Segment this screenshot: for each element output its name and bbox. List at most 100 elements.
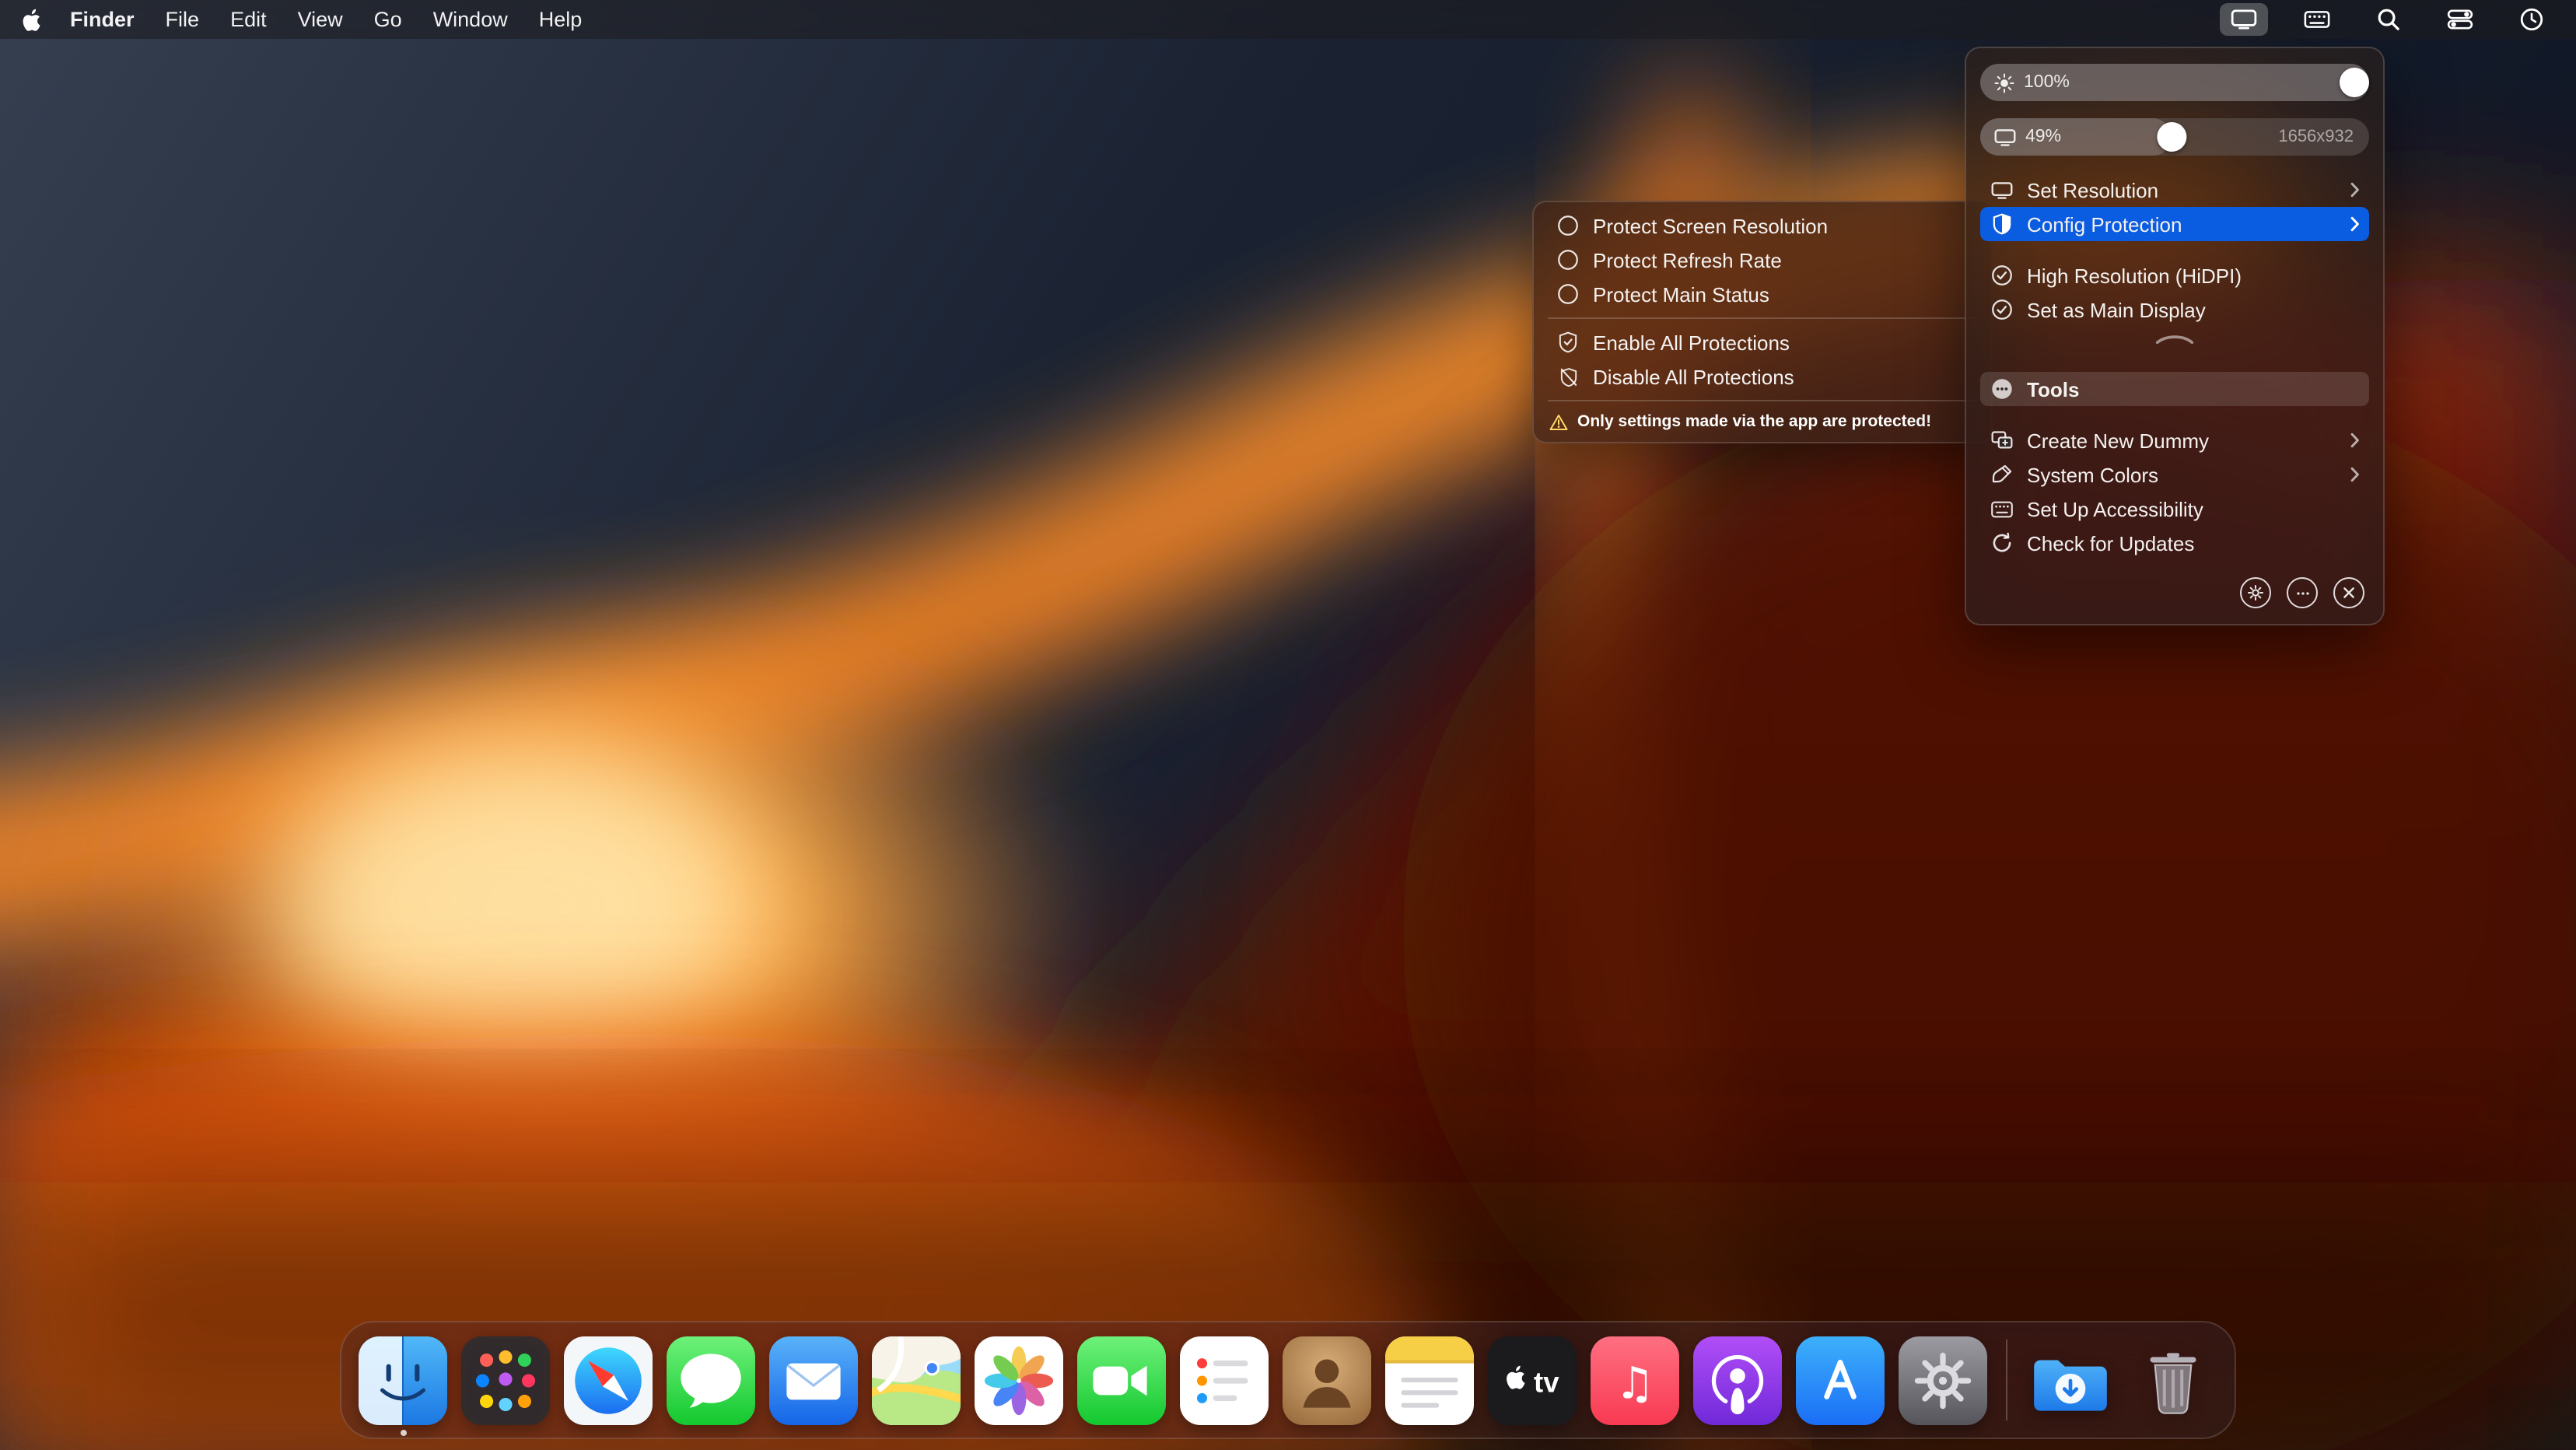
submenu-divider: [1548, 400, 1977, 401]
menu-item-system-colors[interactable]: System Colors: [1980, 457, 2369, 492]
menu-item-high-resolution[interactable]: High Resolution (HiDPI): [1980, 258, 2369, 292]
resolution-slider-knob[interactable]: [2156, 122, 2186, 152]
clock-icon: [2520, 8, 2543, 31]
menubar-item-help[interactable]: Help: [539, 8, 583, 31]
submenu-item-protect-refresh-rate[interactable]: Protect Refresh Rate: [1546, 243, 1979, 277]
submenu-item-label: Protect Main Status: [1593, 282, 1969, 306]
submenu-item-label: Enable All Protections: [1593, 331, 1969, 354]
music-icon: ♫: [1591, 1336, 1679, 1424]
menubar-item-window[interactable]: Window: [433, 8, 508, 31]
keyboard-icon: [1990, 500, 2014, 517]
display-icon: [2231, 9, 2257, 30]
menu-item-label: Set Resolution: [2027, 178, 2338, 201]
ellipsis-circle-icon: [1990, 378, 2014, 400]
check-circle-icon: [1990, 299, 2014, 320]
submenu-divider: [1548, 317, 1977, 319]
menu-item-label: Config Protection: [2027, 212, 2338, 236]
dock-item-reminders[interactable]: [1180, 1336, 1269, 1424]
tools-section-header[interactable]: Tools: [1980, 372, 2369, 406]
clock-button[interactable]: [2509, 3, 2554, 36]
shield-check-icon: [1556, 331, 1580, 353]
collapse-menu-button[interactable]: [1980, 327, 2369, 352]
dock-item-contacts[interactable]: [1283, 1336, 1371, 1424]
dock-item-safari[interactable]: [564, 1336, 653, 1424]
menu-item-create-new-dummy[interactable]: Create New Dummy: [1980, 423, 2369, 457]
mail-icon: [769, 1336, 858, 1424]
dock-item-mail[interactable]: [769, 1336, 858, 1424]
resolution-slider[interactable]: 49% 1656x932: [1980, 118, 2369, 156]
display-menu-popover: 100% 49% 1656x932 Set Resolution: [1965, 47, 2385, 625]
display-status-button[interactable]: [2220, 3, 2268, 36]
quit-button[interactable]: [2333, 577, 2364, 608]
resolution-value: 49%: [2025, 128, 2061, 146]
dock: tv ♫: [340, 1321, 2236, 1439]
dock-item-notes[interactable]: [1385, 1336, 1474, 1424]
dock-item-music[interactable]: ♫: [1591, 1336, 1679, 1424]
settings-button[interactable]: [2240, 577, 2271, 608]
control-center-button[interactable]: [2436, 3, 2484, 36]
dock-item-tv[interactable]: tv: [1488, 1336, 1577, 1424]
refresh-icon: [1990, 532, 2014, 554]
menu-item-set-up-accessibility[interactable]: Set Up Accessibility: [1980, 492, 2369, 526]
close-icon: [2343, 587, 2355, 599]
check-circle-icon: [1990, 264, 2014, 286]
messages-icon: [667, 1336, 755, 1424]
contacts-icon: [1283, 1336, 1371, 1424]
app-menu-title[interactable]: Finder: [70, 8, 135, 31]
brightness-value: 100%: [2024, 73, 2070, 92]
brightness-slider[interactable]: 100%: [1980, 64, 2369, 101]
desktop: Finder File Edit View Go Window Help: [0, 0, 2576, 1450]
menu-item-check-for-updates[interactable]: Check for Updates: [1980, 526, 2369, 560]
dock-item-photos[interactable]: [975, 1336, 1063, 1424]
menubar-item-file[interactable]: File: [166, 8, 200, 31]
submenu-item-protect-main-status[interactable]: Protect Main Status: [1546, 277, 1979, 311]
dock-item-launchpad[interactable]: [461, 1336, 550, 1424]
dock-item-app-store[interactable]: [1796, 1336, 1885, 1424]
paintbrush-icon: [1990, 464, 2014, 485]
dock-item-downloads[interactable]: [2026, 1336, 2115, 1424]
submenu-warning-text: Only settings made via the app are prote…: [1577, 412, 1931, 431]
config-protection-submenu: Protect Screen Resolution Protect Refres…: [1532, 201, 1993, 443]
dock-item-podcasts[interactable]: [1693, 1336, 1782, 1424]
menu-item-label: Set as Main Display: [2027, 298, 2360, 321]
menu-item-config-protection[interactable]: Config Protection: [1980, 207, 2369, 241]
spotlight-button[interactable]: [2366, 3, 2411, 36]
reminders-icon: [1180, 1336, 1269, 1424]
menu-item-set-resolution[interactable]: Set Resolution: [1980, 173, 2369, 207]
submenu-warning: Only settings made via the app are prote…: [1546, 408, 1979, 433]
submenu-item-protect-screen-resolution[interactable]: Protect Screen Resolution: [1546, 208, 1979, 243]
sun-icon: [1994, 72, 2014, 93]
submenu-item-label: Protect Refresh Rate: [1593, 248, 1969, 271]
submenu-item-enable-all-protections[interactable]: Enable All Protections: [1546, 325, 1979, 359]
dock-item-maps[interactable]: [872, 1336, 961, 1424]
dual-display-plus-icon: [1990, 431, 2014, 450]
popover-footer: [1980, 577, 2369, 608]
dock-item-finder[interactable]: [359, 1336, 447, 1424]
apple-menu-button[interactable]: [22, 7, 42, 32]
menubar-item-edit[interactable]: Edit: [230, 8, 267, 31]
dock-item-messages[interactable]: [667, 1336, 755, 1424]
svg-text:♫: ♫: [1615, 1357, 1654, 1408]
dock-item-system-settings[interactable]: [1899, 1336, 1987, 1424]
spotlight-search-icon: [2377, 8, 2400, 31]
podcasts-icon: [1693, 1336, 1782, 1424]
dock-item-trash[interactable]: [2129, 1336, 2217, 1424]
menu-item-set-main-display[interactable]: Set as Main Display: [1980, 292, 2369, 327]
keyboard-status-button[interactable]: [2293, 3, 2341, 36]
chevron-right-icon: [2350, 182, 2360, 198]
tools-header-label: Tools: [2027, 377, 2360, 401]
more-options-button[interactable]: [2287, 577, 2318, 608]
menu-item-label: High Resolution (HiDPI): [2027, 264, 2360, 287]
dock-item-facetime[interactable]: [1077, 1336, 1166, 1424]
downloads-folder-icon: [2026, 1336, 2115, 1424]
system-settings-icon: [1899, 1336, 1987, 1424]
warning-triangle-icon: [1549, 413, 1568, 430]
menubar-item-go[interactable]: Go: [374, 8, 402, 31]
brightness-slider-knob[interactable]: [2340, 68, 2369, 97]
apple-logo-icon: [22, 7, 42, 32]
menu-item-label: Set Up Accessibility: [2027, 497, 2360, 520]
submenu-item-disable-all-protections[interactable]: Disable All Protections: [1546, 359, 1979, 394]
menubar-item-view[interactable]: View: [298, 8, 343, 31]
display-icon: [1990, 181, 2014, 198]
apple-tv-icon: tv: [1488, 1336, 1577, 1424]
